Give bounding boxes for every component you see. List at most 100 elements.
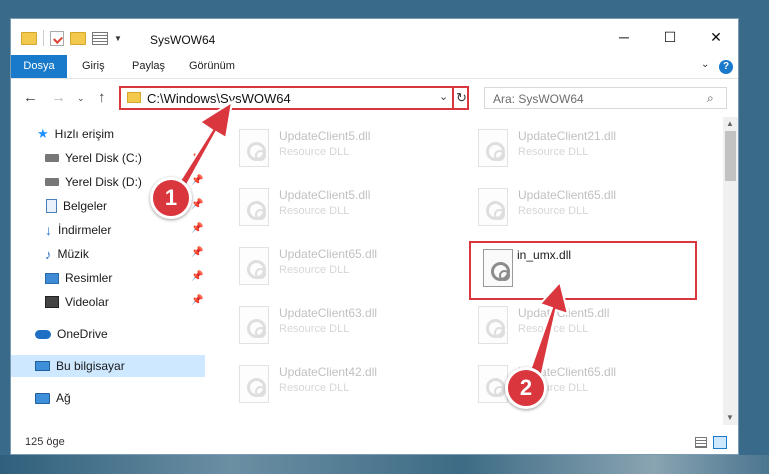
details-view-icon[interactable] — [695, 437, 707, 448]
sidebar-item-label: Yerel Disk (C:) — [65, 151, 142, 165]
file-name: UpdateClient5.dll — [279, 188, 371, 202]
maximize-button[interactable]: ☐ — [658, 27, 682, 47]
status-bar: 125 öge — [11, 431, 738, 454]
file-description: Resource DLL — [279, 323, 350, 335]
window-title: SysWOW64 — [150, 33, 216, 47]
scroll-up-icon[interactable]: ▲ — [726, 119, 734, 128]
pin-icon[interactable]: 📌 — [191, 295, 203, 306]
pin-icon[interactable]: 📌 — [191, 223, 203, 234]
search-input[interactable]: Ara: SysWOW64 — [493, 92, 584, 106]
sidebar-item-label: Bu bilgisayar — [56, 359, 125, 373]
view-icon[interactable] — [92, 31, 108, 45]
sidebar-item-label: Resimler — [65, 271, 113, 285]
pin-icon[interactable]: 📌 — [191, 151, 203, 162]
scroll-down-icon[interactable]: ▼ — [726, 413, 734, 422]
list-item[interactable]: UpdateClient42.dll Resource DLL — [227, 359, 427, 409]
customize-toolbar-chevron-icon[interactable]: ▼ — [114, 34, 122, 43]
dll-file-icon — [239, 306, 269, 344]
pictures-icon — [45, 272, 59, 284]
collapse-ribbon-icon[interactable]: ⌄ — [701, 59, 709, 70]
list-item[interactable]: UpdateClient65.dll Resource DLL — [466, 182, 666, 232]
search-icon[interactable]: ⌕ — [707, 91, 714, 106]
file-name: UpdateClient65.dll — [518, 188, 617, 202]
folder-icon[interactable] — [21, 31, 37, 45]
list-item[interactable]: UpdateClient65.dll Resource DLL — [227, 241, 427, 291]
sidebar-item-label: Belgeler — [63, 199, 108, 213]
vertical-scrollbar[interactable]: ▲ ▼ — [723, 117, 738, 425]
folder-icon — [127, 92, 141, 103]
tab-share[interactable]: Paylaş — [132, 55, 165, 78]
list-item[interactable]: in_umx.dll — [469, 243, 669, 293]
desktop-background — [0, 455, 769, 474]
highlighted-file-item[interactable]: in_umx.dll — [469, 241, 697, 300]
sidebar-item-pictures[interactable]: Resimler 📌 — [11, 267, 205, 289]
refresh-button[interactable]: ↻ — [452, 88, 469, 108]
file-description: Resource DLL — [518, 323, 589, 335]
sidebar-item-label: OneDrive — [57, 327, 108, 341]
sidebar-item-videos[interactable]: Videolar 📌 — [11, 291, 205, 313]
file-name: UpdateClient5.dll — [279, 129, 371, 143]
sidebar-item-label: Hızlı erişim — [54, 127, 114, 141]
file-explorer-window: ▼ SysWOW64 ─ ☐ ✕ Dosya Giriş Paylaş Görü… — [10, 18, 739, 455]
disk-icon — [45, 178, 59, 186]
back-button[interactable]: ← — [23, 89, 38, 106]
list-item[interactable]: UpdateClient21.dll Resource DLL — [466, 123, 666, 173]
help-icon[interactable]: ? — [719, 60, 733, 74]
dll-file-icon — [478, 129, 508, 167]
sidebar-item-label: Videolar — [65, 295, 109, 309]
file-description: Resource DLL — [518, 205, 589, 217]
list-item[interactable]: UpdateClient65.dll Resource DLL — [466, 359, 666, 409]
step-2-badge: 2 — [505, 367, 547, 409]
new-folder-icon[interactable] — [70, 31, 86, 45]
downloads-icon: ↓ — [45, 222, 52, 238]
file-name: UpdateClient42.dll — [279, 365, 378, 379]
address-dropdown-icon[interactable]: ⌄ — [439, 90, 448, 103]
navigation-bar: ← → ⌄ ↑ C:\Windows\SysWOW64 ⌄ ↻ Ara: Sys… — [11, 79, 738, 117]
tab-home[interactable]: Giriş — [82, 55, 105, 78]
toolbar-separator — [43, 30, 44, 46]
search-box[interactable]: Ara: SysWOW64 ⌕ — [484, 87, 727, 109]
dll-file-icon — [478, 306, 508, 344]
address-path[interactable]: C:\Windows\SysWOW64 — [147, 91, 291, 106]
sidebar-item-onedrive[interactable]: OneDrive — [11, 323, 205, 345]
dll-file-icon — [478, 365, 508, 403]
minimize-button[interactable]: ─ — [612, 27, 636, 47]
list-item[interactable]: UpdateClient5.dll Resource DLL — [227, 182, 427, 232]
videos-icon — [45, 296, 59, 308]
tab-view[interactable]: Görünüm — [189, 55, 235, 78]
pin-icon[interactable]: 📌 — [191, 199, 203, 210]
tab-file[interactable]: Dosya — [11, 55, 67, 78]
step-1-badge: 1 — [150, 177, 192, 219]
sidebar-item-network[interactable]: Ağ — [11, 387, 205, 409]
scrollbar-thumb[interactable] — [725, 131, 736, 181]
pin-icon[interactable]: 📌 — [191, 175, 203, 186]
star-icon: ★ — [37, 126, 49, 141]
title-bar: ▼ SysWOW64 ─ ☐ ✕ — [11, 19, 738, 53]
properties-icon[interactable] — [50, 30, 64, 46]
large-icons-view-icon[interactable] — [713, 436, 727, 449]
sidebar-item-this-pc[interactable]: Bu bilgisayar — [11, 355, 205, 377]
list-item[interactable]: UpdateClient5.dll Resource DLL — [466, 300, 666, 350]
pin-icon[interactable]: 📌 — [191, 271, 203, 282]
file-description: Resource DLL — [279, 264, 350, 276]
recent-locations-chevron-icon[interactable]: ⌄ — [77, 93, 85, 104]
sidebar-item-label: Yerel Disk (D:) — [65, 175, 142, 189]
file-description: Resource DLL — [279, 205, 350, 217]
address-bar[interactable]: C:\Windows\SysWOW64 ⌄ ↻ — [119, 86, 469, 110]
sidebar-item-downloads[interactable]: ↓ İndirmeler 📌 — [11, 219, 205, 241]
forward-button[interactable]: → — [51, 89, 66, 106]
pin-icon[interactable]: 📌 — [191, 247, 203, 258]
sidebar-item-label: İndirmeler — [58, 223, 112, 237]
sidebar-item-label: Müzik — [57, 247, 89, 261]
file-name: UpdateClient5.dll — [518, 306, 610, 320]
sidebar-item-music[interactable]: ♪ Müzik 📌 — [11, 243, 205, 265]
sidebar-item-quick-access[interactable]: ★ Hızlı erişim — [11, 123, 205, 145]
music-icon: ♪ — [45, 246, 52, 262]
up-button[interactable]: ↑ — [98, 89, 106, 106]
list-item[interactable]: UpdateClient5.dll Resource DLL — [227, 123, 427, 173]
file-description: Resource DLL — [279, 382, 350, 394]
list-item[interactable]: UpdateClient63.dll Resource DLL — [227, 300, 427, 350]
file-name: UpdateClient65.dll — [279, 247, 378, 261]
close-button[interactable]: ✕ — [704, 27, 728, 47]
sidebar-item-local-disk-c[interactable]: Yerel Disk (C:) 📌 — [11, 147, 205, 169]
